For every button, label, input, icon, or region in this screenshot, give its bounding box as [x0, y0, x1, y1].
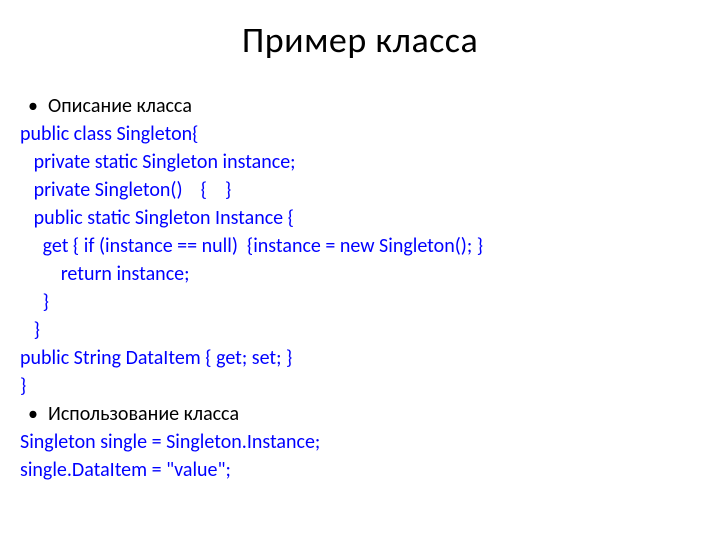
slide-content: Описание класса public class Singleton{ …	[20, 92, 700, 484]
bullet-item: Использование класса	[20, 400, 700, 428]
code-block: Singleton single = Singleton.Instance; s…	[20, 428, 700, 484]
slide-title: Пример класса	[20, 18, 700, 62]
bullet-item: Описание класса	[20, 92, 700, 120]
code-block: public class Singleton{ private static S…	[20, 120, 700, 400]
